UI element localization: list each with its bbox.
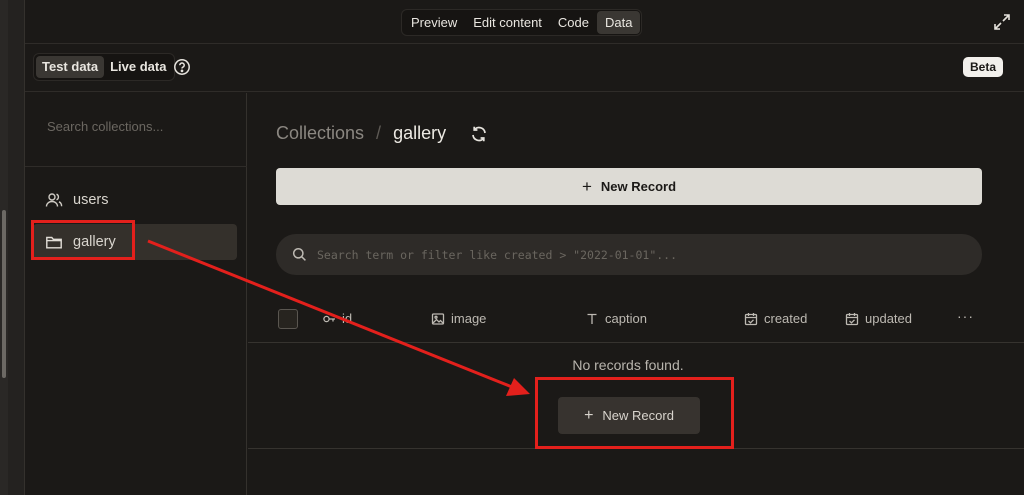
column-label: id [342, 311, 353, 326]
calendar-icon [744, 312, 758, 325]
live-data-option[interactable]: Live data [104, 56, 172, 78]
search-icon [292, 247, 306, 261]
view-tabs: Preview Edit content Code Data [401, 9, 643, 36]
key-icon [323, 315, 335, 322]
records-search-placeholder: Search term or filter like created > "20… [317, 247, 678, 262]
column-created[interactable]: created [744, 311, 807, 326]
expand-icon[interactable] [993, 13, 1011, 31]
column-image[interactable]: image [431, 311, 486, 326]
sidebar-item-users[interactable]: users [33, 182, 237, 218]
new-record-button[interactable]: + New Record [276, 168, 982, 205]
test-data-option[interactable]: Test data [36, 56, 105, 78]
outer-gutter [8, 0, 24, 495]
records-search-input[interactable]: Search term or filter like created > "20… [276, 234, 982, 275]
tab-data[interactable]: Data [596, 11, 641, 34]
column-label: updated [865, 311, 912, 326]
data-toolbar: Test data Live data Beta [25, 44, 1024, 92]
collections-sidebar: Search collections... users gallery [25, 93, 247, 495]
sidebar-item-label: users [73, 192, 109, 208]
select-all-checkbox[interactable] [278, 309, 298, 329]
sidebar-divider [25, 166, 247, 167]
scrollbar-thumb[interactable] [2, 210, 6, 378]
help-icon[interactable] [173, 58, 191, 76]
beta-badge: Beta [962, 57, 1003, 77]
columns-menu-button[interactable]: ··· [957, 308, 974, 324]
tab-code[interactable]: Code [550, 11, 597, 34]
breadcrumb: Collections / gallery [276, 123, 488, 144]
column-label: created [764, 311, 808, 326]
column-updated[interactable]: updated [845, 311, 912, 326]
breadcrumb-current: gallery [393, 123, 447, 143]
collections-search-input[interactable]: Search collections... [47, 119, 163, 134]
users-icon [45, 193, 63, 207]
plus-icon: + [581, 176, 592, 196]
column-id[interactable]: id [322, 311, 352, 326]
view-tabs-bar: Preview Edit content Code Data [25, 0, 1024, 44]
breadcrumb-collections[interactable]: Collections [276, 123, 364, 144]
image-icon [431, 312, 445, 325]
gallery-highlight-box [31, 220, 135, 260]
data-mode-toggle: Test data Live data [33, 53, 176, 81]
new-record-highlight-box [535, 377, 734, 449]
column-label: image [451, 311, 487, 326]
tab-preview[interactable]: Preview [403, 11, 465, 34]
calendar-icon [845, 312, 859, 325]
empty-state-text: No records found. [572, 357, 684, 373]
tab-edit-content[interactable]: Edit content [465, 11, 550, 34]
column-caption[interactable]: caption [585, 311, 647, 326]
outer-scrollbar[interactable] [0, 0, 8, 495]
table-header: id image caption created updated ··· [248, 298, 1024, 343]
breadcrumb-separator: / [376, 123, 382, 143]
column-label: caption [605, 311, 647, 326]
new-record-label: New Record [600, 179, 677, 194]
app-window: Preview Edit content Code Data Test data… [24, 0, 1024, 495]
refresh-icon[interactable] [470, 125, 488, 143]
text-icon [587, 313, 597, 324]
